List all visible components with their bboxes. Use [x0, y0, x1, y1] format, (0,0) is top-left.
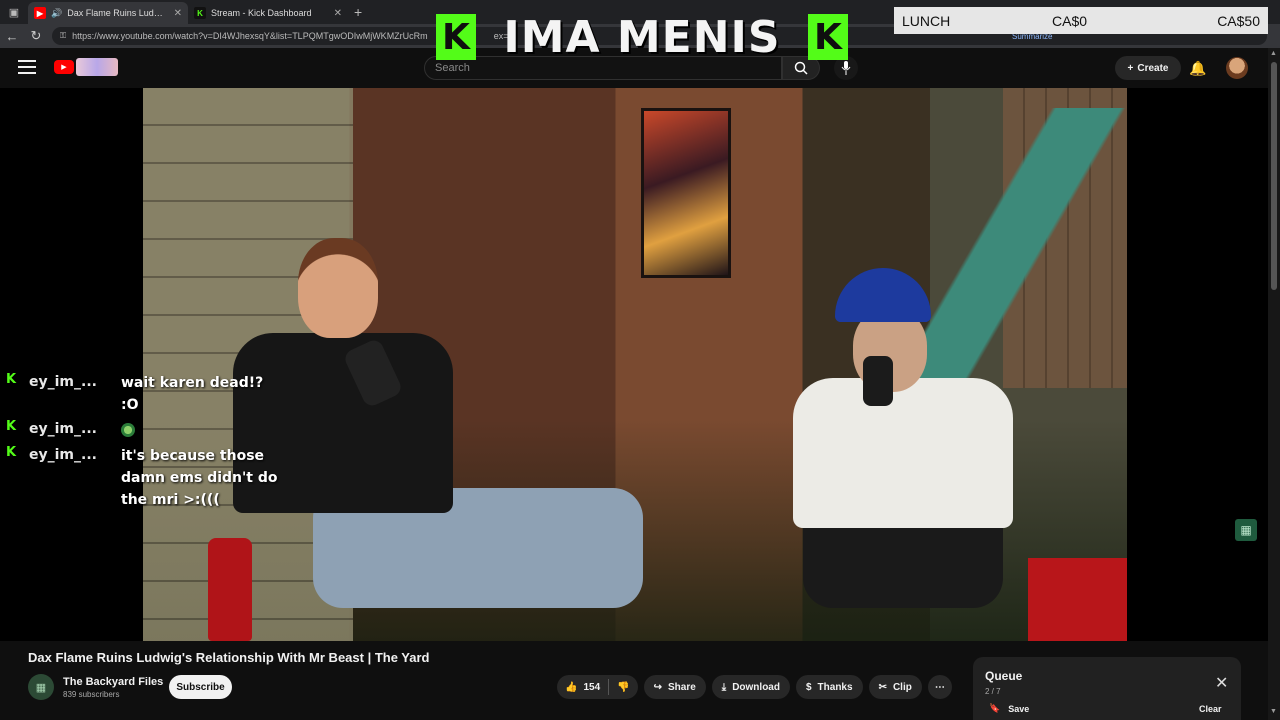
- scroll-thumb[interactable]: [1271, 62, 1277, 290]
- youtube-logo-icon[interactable]: ▶: [54, 60, 74, 74]
- audio-playing-icon[interactable]: 🔊: [51, 8, 62, 19]
- tab-actions-icon[interactable]: ▣: [0, 0, 28, 24]
- account-avatar[interactable]: [1226, 57, 1248, 79]
- goal-label: LUNCH: [902, 12, 951, 29]
- like-dislike-group: 👍 154 👎: [557, 675, 638, 699]
- subscribe-button[interactable]: Subscribe: [169, 675, 232, 699]
- goal-target: CA$50: [1217, 12, 1260, 29]
- create-button[interactable]: + Create: [1115, 56, 1181, 80]
- youtube-doodle[interactable]: [76, 58, 118, 76]
- tab-youtube[interactable]: ▶ 🔊 Dax Flame Ruins Ludwig's Re ✕: [28, 2, 188, 24]
- red-cooler: [1028, 558, 1127, 641]
- back-icon[interactable]: ←: [0, 24, 24, 48]
- chat-message: K ey_im_... it's because those damn ems …: [6, 445, 296, 511]
- chat-message: K ey_im_... wait karen dead!? :O: [6, 372, 296, 416]
- queue-count: 2 / 7: [985, 687, 1001, 696]
- tab-close-icon[interactable]: ✕: [334, 8, 342, 19]
- clip-button[interactable]: ✂ Clip: [868, 675, 922, 699]
- menu-icon[interactable]: [18, 60, 36, 76]
- queue-save-button[interactable]: 🔖 Save: [989, 703, 1029, 714]
- channel-name[interactable]: The Backyard Files: [63, 676, 163, 688]
- thanks-icon: $: [805, 681, 812, 693]
- tab-title: Stream - Kick Dashboard: [211, 8, 312, 18]
- chat-message: K ey_im_...: [6, 419, 296, 442]
- subscriber-count: 839 subscribers: [63, 690, 120, 699]
- thumbs-up-icon: 👍: [565, 681, 578, 693]
- chat-emote-icon: [121, 423, 135, 437]
- site-info-icon[interactable]: ⚿: [60, 31, 66, 41]
- scroll-up-icon[interactable]: ▲: [1270, 50, 1277, 57]
- chat-username: ey_im_...: [29, 447, 97, 463]
- chat-overlay: K ey_im_... wait karen dead!? :O K ey_im…: [6, 372, 296, 514]
- video-title: Dax Flame Ruins Ludwig's Relationship Wi…: [28, 650, 430, 665]
- new-tab-icon[interactable]: +: [354, 4, 362, 20]
- channel-avatar[interactable]: ▦: [28, 674, 54, 700]
- video-frame[interactable]: [143, 88, 1127, 641]
- donation-goal: LUNCH CA$0 CA$50: [894, 7, 1268, 34]
- youtube-favicon-icon: ▶: [34, 7, 46, 19]
- share-button[interactable]: ↪ Share: [643, 675, 706, 699]
- queue-clear-button[interactable]: Clear: [1199, 704, 1222, 714]
- tab-title: Dax Flame Ruins Ludwig's Re: [67, 8, 168, 18]
- video-player[interactable]: [0, 88, 1268, 641]
- plus-icon: +: [1127, 62, 1134, 74]
- tab-kick-dashboard[interactable]: K Stream - Kick Dashboard ✕: [188, 2, 348, 24]
- tab-close-icon[interactable]: ✕: [174, 8, 182, 19]
- kick-badge-icon: K: [6, 372, 17, 387]
- like-count: 154: [583, 681, 601, 693]
- goal-current: CA$0: [1052, 12, 1088, 29]
- kick-logo-left-icon: K: [436, 14, 476, 60]
- share-icon: ↪: [653, 681, 662, 693]
- dislike-button[interactable]: 👎: [609, 675, 637, 699]
- chat-text: it's because those damn ems didn't do th…: [121, 448, 278, 508]
- url-text: https://www.youtube.com/watch?v=DI4WJhex…: [72, 31, 428, 41]
- reload-icon[interactable]: ↻: [24, 24, 48, 48]
- wall-poster: [641, 108, 731, 278]
- close-icon[interactable]: ✕: [1215, 673, 1228, 693]
- chat-username: ey_im_...: [29, 374, 97, 390]
- red-water-bottle: [208, 538, 252, 641]
- guest-right: [763, 268, 1063, 641]
- bookmark-icon: 🔖: [989, 703, 1001, 713]
- video-actions: 👍 154 👎 ↪ Share ⤓ Download $ Thanks ✂ Clip ⋯: [557, 675, 952, 699]
- scissors-icon: ✂: [878, 681, 887, 693]
- stream-banner: K IMA MENIS K: [436, 8, 848, 66]
- kick-logo-right-icon: K: [807, 14, 848, 60]
- page-scrollbar[interactable]: ▲ ▼: [1268, 48, 1280, 720]
- kick-badge-icon: K: [6, 419, 17, 434]
- like-button[interactable]: 👍 154: [557, 675, 608, 699]
- notifications-bell-icon[interactable]: 🔔: [1189, 58, 1207, 78]
- banner-text: IMA MENIS: [503, 11, 781, 63]
- thumbs-down-icon: 👎: [617, 681, 630, 693]
- chat-username: ey_im_...: [29, 421, 97, 437]
- microphone-right: [863, 356, 893, 406]
- queue-panel: Queue 2 / 7 ✕ 🔖 Save Clear: [973, 657, 1241, 720]
- kick-favicon-icon: K: [194, 7, 206, 19]
- more-actions-icon[interactable]: ⋯: [927, 675, 952, 699]
- download-button[interactable]: ⤓ Download: [711, 675, 790, 699]
- kick-badge-icon: K: [6, 445, 17, 460]
- scroll-down-icon[interactable]: ▼: [1270, 708, 1277, 715]
- chat-text: wait karen dead!? :O: [121, 375, 264, 413]
- queue-title: Queue: [985, 669, 1023, 683]
- video-overlay-grid-icon[interactable]: ▦: [1235, 519, 1257, 541]
- download-icon: ⤓: [721, 681, 727, 693]
- thanks-button[interactable]: $ Thanks: [795, 675, 863, 699]
